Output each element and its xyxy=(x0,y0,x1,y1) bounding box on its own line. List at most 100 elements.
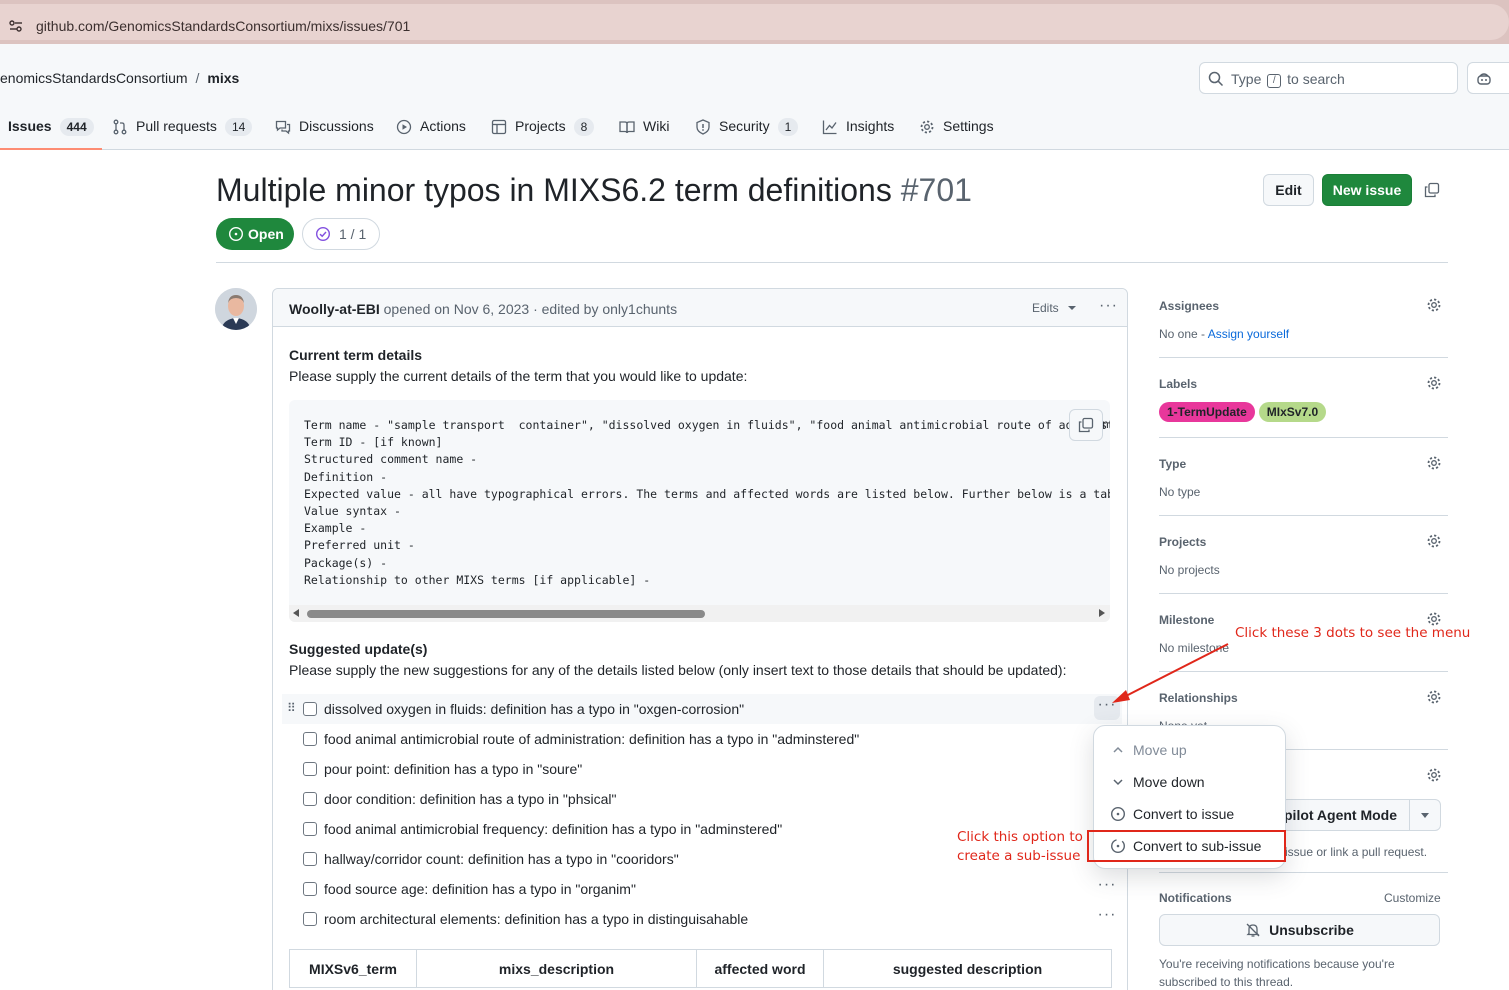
comment-author[interactable]: Woolly-at-EBI xyxy=(289,301,380,317)
task-more-options-icon[interactable]: ··· xyxy=(1094,876,1120,900)
sub-issue-progress[interactable]: 1 / 1 xyxy=(302,218,380,250)
task-checkbox[interactable] xyxy=(303,912,317,926)
task-checkbox[interactable] xyxy=(303,732,317,746)
chevron-down-icon[interactable] xyxy=(1421,813,1429,818)
divider xyxy=(1159,437,1448,438)
tab-actions[interactable]: Actions xyxy=(396,116,466,150)
copy-icon xyxy=(1078,417,1094,433)
annotation-arrow-icon xyxy=(1112,643,1229,703)
edit-button[interactable]: Edit xyxy=(1263,174,1314,206)
repo-link[interactable]: mixs xyxy=(207,70,239,86)
avatar[interactable] xyxy=(215,288,257,330)
label-badge[interactable]: MIxSv7.0 xyxy=(1258,402,1327,422)
issue-open-icon xyxy=(228,226,244,242)
task-label: food animal antimicrobial frequency: def… xyxy=(324,821,783,837)
tab-pull-requests-label: Pull requests xyxy=(136,118,217,134)
chevron-down-icon xyxy=(1068,306,1077,310)
comment-more-actions-icon[interactable]: ··· xyxy=(1099,297,1118,315)
customize-link[interactable]: Customize xyxy=(1384,891,1441,905)
table-header: MIXSv6_term xyxy=(289,949,417,988)
sidebar-heading[interactable]: Type xyxy=(1159,457,1186,471)
shield-icon xyxy=(696,119,710,135)
typo-table: MIXSv6_term mixs_description affected wo… xyxy=(289,949,1112,988)
gear-icon[interactable] xyxy=(1426,533,1442,549)
gear-icon[interactable] xyxy=(1426,455,1442,471)
tab-issues[interactable]: Issues 444 xyxy=(0,116,102,150)
edits-dropdown[interactable]: Edits xyxy=(1032,301,1077,315)
copy-code-button[interactable] xyxy=(1069,409,1103,441)
owner-link[interactable]: enomicsStandardsConsortium xyxy=(0,70,188,86)
status-label: Open xyxy=(248,226,284,242)
pull-request-icon xyxy=(113,119,127,135)
section-text-suggested: Please supply the new suggestions for an… xyxy=(289,662,1067,678)
gear-icon xyxy=(920,120,934,134)
tab-projects[interactable]: Projects 8 xyxy=(491,116,595,150)
sidebar-heading[interactable]: Projects xyxy=(1159,535,1206,549)
assign-yourself-link[interactable]: Assign yourself xyxy=(1208,327,1289,341)
copy-link-icon[interactable] xyxy=(1424,182,1440,198)
list-item: door condition: definition has a typo in… xyxy=(282,784,1122,814)
sidebar-heading[interactable]: Labels xyxy=(1159,377,1197,391)
menu-item-convert-to-issue[interactable]: Convert to issue xyxy=(1094,798,1285,830)
menu-item-label: Move down xyxy=(1133,774,1205,790)
edits-label: Edits xyxy=(1032,301,1059,315)
table-header-row: MIXSv6_term mixs_description affected wo… xyxy=(289,949,1112,988)
task-checkbox[interactable] xyxy=(303,762,317,776)
tab-wiki[interactable]: Wiki xyxy=(619,116,669,150)
gear-icon[interactable] xyxy=(1426,689,1442,705)
new-issue-button[interactable]: New issue xyxy=(1322,174,1412,206)
search-input[interactable]: Type / to search xyxy=(1199,62,1458,94)
task-more-options-icon[interactable]: ··· xyxy=(1094,906,1120,930)
list-item: food source age: definition has a typo i… xyxy=(282,874,1122,904)
gear-icon[interactable] xyxy=(1426,375,1442,391)
tab-insights-label: Insights xyxy=(846,118,895,134)
search-placeholder-end: to search xyxy=(1287,71,1345,87)
actions-play-icon xyxy=(396,119,412,135)
scroll-left-arrow-icon[interactable] xyxy=(293,609,299,617)
drag-handle-icon[interactable]: ⠿ xyxy=(287,701,296,715)
unsubscribe-button[interactable]: Unsubscribe xyxy=(1159,914,1440,946)
tab-security[interactable]: Security 1 xyxy=(695,116,799,150)
scroll-right-arrow-icon[interactable] xyxy=(1099,609,1105,617)
task-checkbox[interactable] xyxy=(303,792,317,806)
tab-pull-requests[interactable]: Pull requests 14 xyxy=(112,116,253,150)
sidebar-value: No type xyxy=(1159,485,1201,499)
browser-address-bar: github.com/GenomicsStandardsConsortium/m… xyxy=(0,0,1509,44)
scrollbar-thumb[interactable] xyxy=(307,610,705,618)
search-icon xyxy=(1208,71,1224,87)
url-field[interactable]: github.com/GenomicsStandardsConsortium/m… xyxy=(0,4,1509,40)
issue-open-icon xyxy=(1110,806,1126,822)
task-label: food source age: definition has a typo i… xyxy=(324,881,636,897)
issue-title: Multiple minor typos in MIXS6.2 term def… xyxy=(216,172,972,209)
annotation-option-hint-line1: Click this option to xyxy=(957,829,1083,845)
annotation-dots-hint: Click these 3 dots to see the menu xyxy=(1235,625,1471,641)
assignees-value: No one - xyxy=(1159,327,1208,341)
bell-slash-icon xyxy=(1246,923,1260,937)
tab-settings[interactable]: Settings xyxy=(919,116,994,150)
site-settings-icon[interactable] xyxy=(8,18,24,34)
copilot-agent-mode-button[interactable]: pilot Agent Mode xyxy=(1281,799,1441,831)
tab-discussions-label: Discussions xyxy=(299,118,374,134)
tab-insights[interactable]: Insights xyxy=(822,116,894,150)
tab-discussions[interactable]: Discussions xyxy=(275,116,374,150)
task-checkbox[interactable] xyxy=(303,882,317,896)
task-checkbox[interactable] xyxy=(303,702,317,716)
menu-item-move-up[interactable]: Move up xyxy=(1094,734,1285,766)
section-heading-suggested: Suggested update(s) xyxy=(289,641,428,657)
sidebar-heading[interactable]: Assignees xyxy=(1159,299,1219,313)
development-note: issue or link a pull request. xyxy=(1285,845,1428,859)
sidebar-heading[interactable]: Milestone xyxy=(1159,613,1214,627)
gear-icon[interactable] xyxy=(1426,767,1442,783)
gear-icon[interactable] xyxy=(1426,297,1442,313)
task-label: food animal antimicrobial route of admin… xyxy=(324,731,860,747)
copilot-button[interactable] xyxy=(1467,62,1509,94)
task-checkbox[interactable] xyxy=(303,852,317,866)
task-checkbox[interactable] xyxy=(303,822,317,836)
code-horizontal-scrollbar[interactable] xyxy=(289,605,1110,622)
url-text[interactable]: github.com/GenomicsStandardsConsortium/m… xyxy=(36,18,410,34)
issue-number: #701 xyxy=(900,172,972,208)
label-badge[interactable]: 1-TermUpdate xyxy=(1159,402,1255,422)
sub-issue-progress-text: 1 / 1 xyxy=(339,226,367,242)
menu-item-move-down[interactable]: Move down xyxy=(1094,766,1285,798)
breadcrumb: enomicsStandardsConsortium / mixs xyxy=(0,70,239,86)
